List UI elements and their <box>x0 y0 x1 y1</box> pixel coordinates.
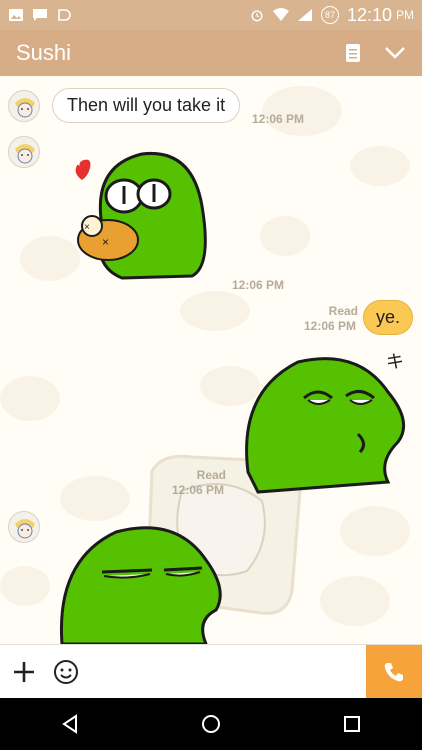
status-ampm: PM <box>396 8 414 22</box>
avatar-icon <box>15 144 35 164</box>
read-receipt: Read <box>328 304 358 318</box>
line-notification-icon <box>58 9 71 21</box>
bread-pattern <box>0 376 60 421</box>
status-bar: 87 12:10 PM <box>0 0 422 30</box>
message-time: 12:06 PM <box>304 319 357 333</box>
bread-pattern <box>350 146 410 186</box>
message-notification-icon <box>33 9 47 21</box>
add-button[interactable] <box>6 654 42 690</box>
bread-pattern <box>340 506 410 556</box>
frog-sticker-smirk[interactable]: キ <box>238 352 410 500</box>
avatar-icon <box>15 98 35 118</box>
bread-pattern <box>262 86 342 136</box>
header-actions <box>344 43 406 63</box>
message-time: 12:06 PM <box>252 112 305 126</box>
chat-title: Sushi <box>16 40 72 65</box>
message-text: Then will you take it <box>67 95 226 115</box>
message-time: 12:06 PM <box>232 278 285 292</box>
back-icon[interactable] <box>60 714 80 734</box>
chevron-down-icon[interactable] <box>384 46 406 60</box>
avatar[interactable] <box>8 90 40 122</box>
message-input-bar <box>0 644 422 699</box>
call-button[interactable] <box>366 644 422 699</box>
outgoing-message-bubble[interactable]: ye. <box>363 300 414 335</box>
bread-pattern <box>180 291 250 331</box>
chat-header: Sushi <box>0 30 422 76</box>
message-text: ye. <box>376 307 401 327</box>
plus-icon <box>14 661 34 682</box>
frog-sticker-unimpressed[interactable] <box>56 520 228 644</box>
svg-text:×: × <box>84 222 90 233</box>
image-notification-icon <box>9 9 23 21</box>
wifi-icon <box>272 8 289 21</box>
recents-icon[interactable] <box>342 714 362 734</box>
read-receipt: Read <box>196 468 226 482</box>
android-nav-bar <box>0 698 422 750</box>
message-time: 12:06 PM <box>172 483 225 497</box>
chat-area[interactable]: Then will you take it 12:06 PM × × 12:06… <box>0 76 422 644</box>
svg-text:キ: キ <box>386 352 404 372</box>
emoji-button[interactable] <box>48 654 84 690</box>
smiley-icon <box>54 659 78 684</box>
home-icon[interactable] <box>201 714 221 734</box>
bread-pattern <box>260 216 310 256</box>
phone-icon <box>384 662 403 681</box>
avatar[interactable] <box>8 136 40 168</box>
bread-pattern <box>0 566 50 606</box>
status-time: 12:10 <box>346 4 392 25</box>
incoming-message-bubble[interactable]: Then will you take it <box>52 88 241 123</box>
signal-icon <box>297 9 312 21</box>
notes-icon[interactable] <box>344 43 362 63</box>
status-left-icons <box>8 8 72 22</box>
status-right: 87 12:10 PM <box>249 5 414 26</box>
alarm-icon <box>251 10 263 22</box>
bread-pattern <box>60 476 130 521</box>
avatar[interactable] <box>8 511 40 543</box>
bread-pattern <box>320 576 390 626</box>
svg-text:×: × <box>102 235 109 249</box>
avatar-icon <box>15 519 35 539</box>
frog-sticker-with-bear[interactable]: × × <box>62 146 214 286</box>
battery-indicator: 87 <box>320 6 339 24</box>
